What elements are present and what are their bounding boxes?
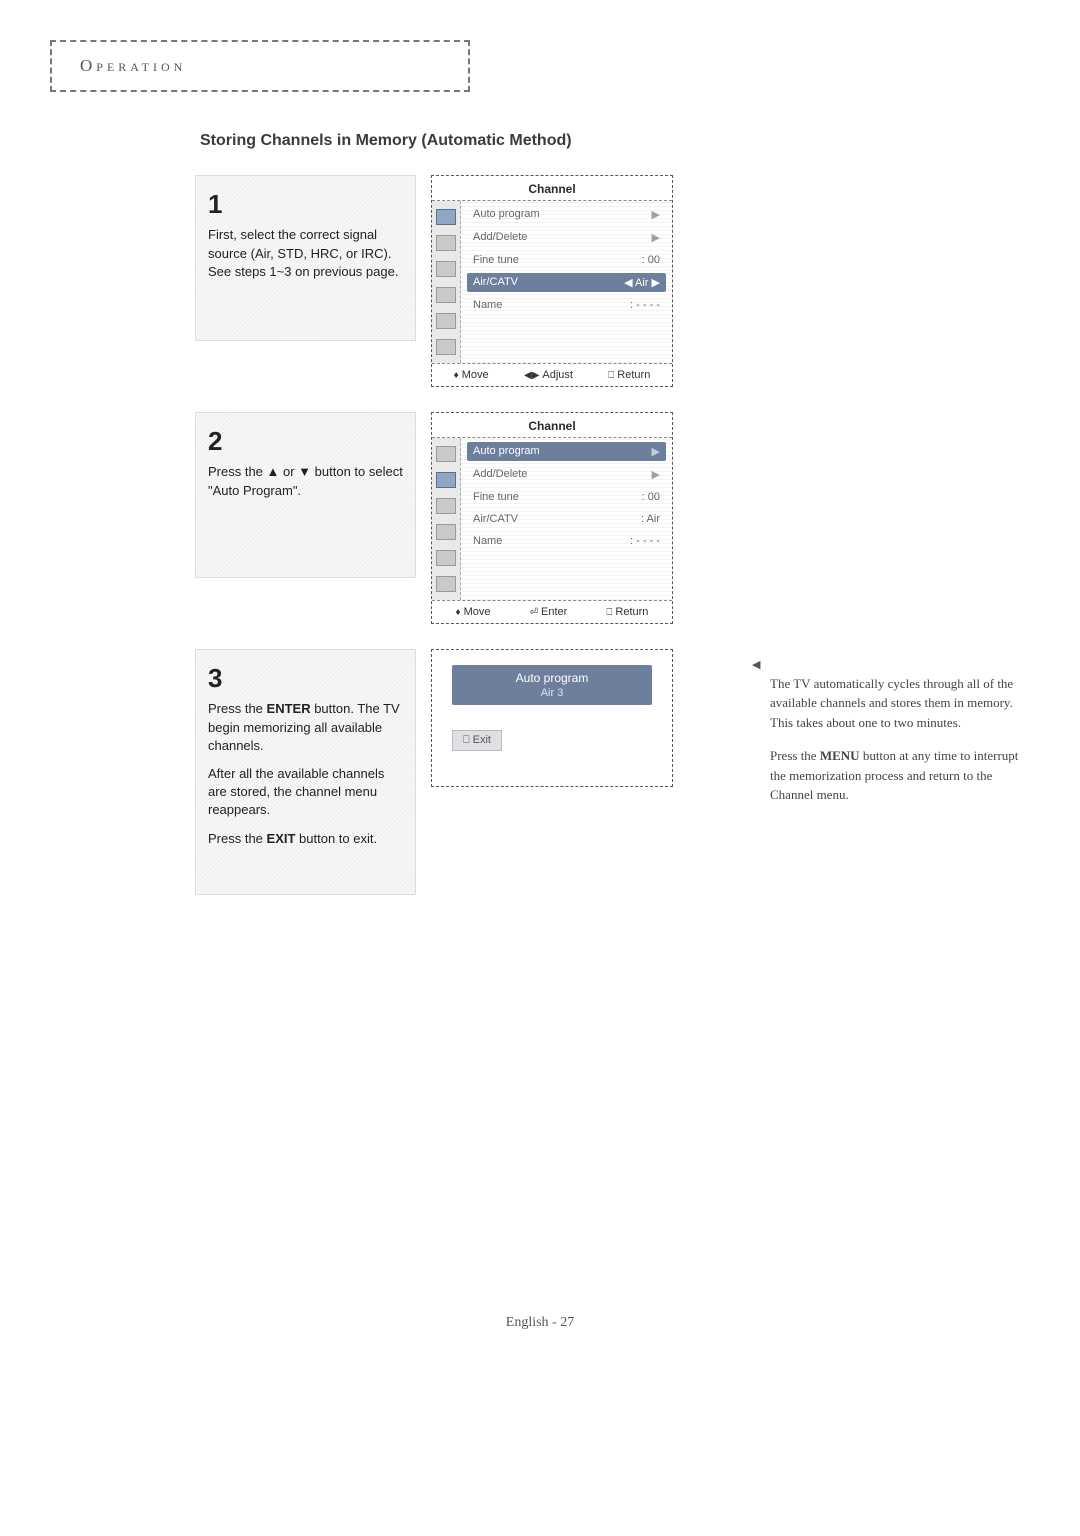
step-2-number: 2 [208,423,403,459]
step-1-text: First, select the correct signal source … [208,227,398,278]
step-3-enter: ENTER [267,701,311,716]
dialog-exit: ⎕ Exit [452,730,502,751]
dialog-title: Auto program [516,671,589,685]
page-footer: English - 27 [50,1315,1030,1331]
osd1-navbar: ♦Move ◀▶Adjust ⎕Return [432,363,672,386]
enter-icon: ⏎ [530,607,538,618]
dialog-sub: Air 3 [452,687,652,699]
section-header: Operation [80,56,186,75]
osd2-row-finetune: Fine tune: 00 [467,488,666,506]
page-title: Storing Channels in Memory (Automatic Me… [200,132,1030,150]
return-icon: ⎕ [608,370,614,381]
tools-icon [436,313,456,329]
dialog-badge: Auto program Air 3 [452,665,652,705]
tv-icon [436,446,456,462]
nav-return: ⎕Return [608,369,650,381]
leftright-icon: ◀▶ [524,370,539,381]
osd2-row-name: Name: - - - - [467,532,666,550]
osd1-row-autoprogram: Auto program▶ [467,205,666,224]
side-note: The TV automatically cycles through all … [752,654,1030,805]
nav-return: ⎕Return [606,606,648,618]
step-1-row: 1 First, select the correct signal sourc… [195,175,1030,387]
osd1-title: Channel [432,176,672,201]
antenna-icon [436,235,456,251]
speaker-icon [436,287,456,303]
tv-icon [436,209,456,225]
step-3-exit: EXIT [267,831,296,846]
osd-screenshot-3: Auto program Air 3 ⎕ Exit [431,649,673,787]
settings-icon [436,576,456,592]
settings-icon [436,339,456,355]
osd1-row-aircatv-selected: Air/CATV◀ Air ▶ [467,273,666,292]
osd1-row-name: Name: - - - - [467,296,666,314]
step-3-row: 3 Press the ENTER button. The TV begin m… [195,649,1030,895]
osd-screenshot-1: Channel Auto program▶ Add/Delete▶ Fine t… [431,175,673,387]
updown-icon: ♦ [454,370,459,381]
step-1-number: 1 [208,186,403,222]
osd2-row-aircatv: Air/CATV: Air [467,510,666,528]
section-header-box: Operation [50,40,470,92]
step-2-row: 2 Press the ▲ or ▼ button to select "Aut… [195,412,1030,624]
step-3-p1a: Press the [208,701,267,716]
step-2-box: 2 Press the ▲ or ▼ button to select "Aut… [195,412,416,578]
list-icon [436,261,456,277]
updown-icon: ♦ [456,607,461,618]
list-icon [436,498,456,514]
osd1-row-adddelete: Add/Delete▶ [467,228,666,247]
speaker-icon [436,524,456,540]
return-icon: ⎕ [606,607,612,618]
step-3-p2: After all the available channels are sto… [208,766,384,817]
nav-adjust: ◀▶Adjust [524,369,573,381]
osd-screenshot-2: Channel Auto program▶ Add/Delete▶ Fine t… [431,412,673,624]
nav-enter: ⏎Enter [530,606,568,618]
osd2-row-autoprogram-selected: Auto program▶ [467,442,666,461]
side-note-p1: The TV automatically cycles through all … [770,674,1030,733]
step-3-p3a: Press the [208,831,267,846]
antenna-icon [436,472,456,488]
osd2-navbar: ♦Move ⏎Enter ⎕Return [432,600,672,623]
step-1-box: 1 First, select the correct signal sourc… [195,175,416,341]
nav-move: ♦Move [454,369,489,381]
tools-icon [436,550,456,566]
step-3-number: 3 [208,660,403,696]
osd1-row-finetune: Fine tune: 00 [467,251,666,269]
step-3-p3b: button to exit. [295,831,377,846]
side-note-p2: Press the MENU button at any time to int… [770,746,1030,805]
nav-move: ♦Move [456,606,491,618]
osd2-row-adddelete: Add/Delete▶ [467,465,666,484]
step-2-text-a: Press the [208,464,267,479]
step-3-box: 3 Press the ENTER button. The TV begin m… [195,649,416,895]
osd2-title: Channel [432,413,672,438]
step-2-arrows: ▲ or ▼ [267,464,312,479]
